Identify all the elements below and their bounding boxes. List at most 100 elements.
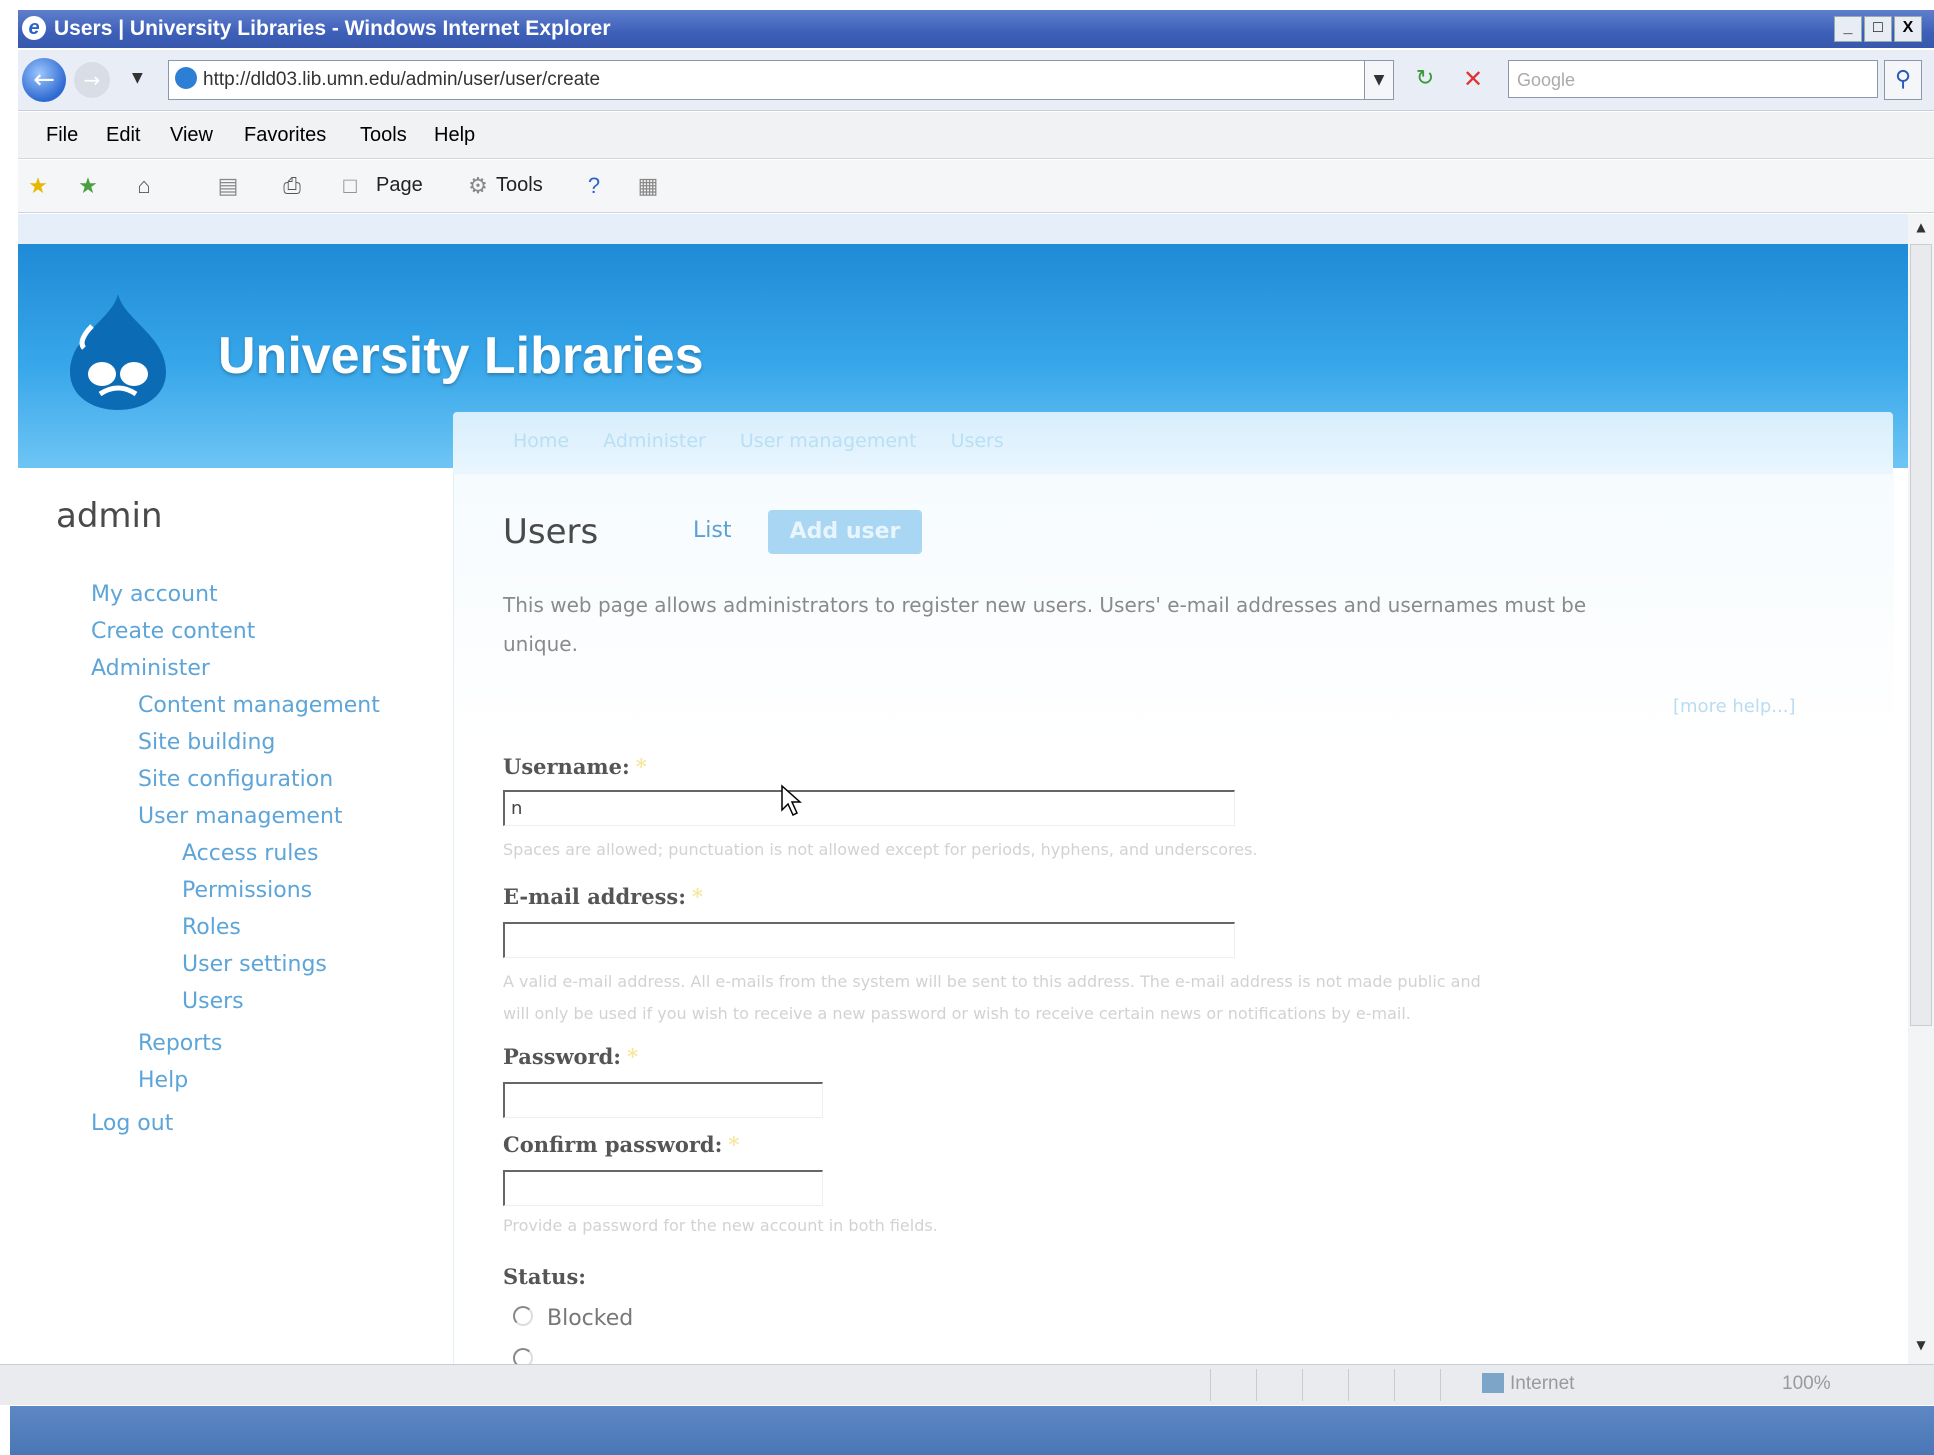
breadcrumb: Home Administer User management Users xyxy=(513,430,1032,452)
research-icon[interactable]: ▦ xyxy=(634,172,662,200)
password-label-text: Password: xyxy=(503,1044,622,1069)
menu-tools[interactable]: Tools xyxy=(360,124,407,147)
status-option-next[interactable] xyxy=(513,1348,547,1364)
sidebar-item-site-configuration[interactable]: Site configuration xyxy=(138,767,333,792)
username-input[interactable]: n xyxy=(503,790,1235,826)
required-mark: * xyxy=(635,754,647,779)
sidebar-item-log-out[interactable]: Log out xyxy=(91,1111,173,1136)
scroll-thumb[interactable] xyxy=(1910,244,1932,1026)
status-separator xyxy=(1440,1369,1441,1401)
tab-add-user[interactable]: Add user xyxy=(768,510,922,554)
back-icon[interactable]: ← xyxy=(22,58,66,102)
refresh-icon[interactable]: ↻ xyxy=(1408,62,1442,96)
password-label: Password: * xyxy=(503,1044,638,1069)
forward-icon[interactable]: → xyxy=(74,62,110,98)
intro-line-2: unique. xyxy=(503,632,578,656)
next-radio[interactable] xyxy=(513,1348,533,1364)
stop-icon[interactable]: ✕ xyxy=(1456,62,1490,96)
menu-edit[interactable]: Edit xyxy=(106,124,140,147)
menu-view[interactable]: View xyxy=(170,124,213,147)
breadcrumb-user-management[interactable]: User management xyxy=(740,430,917,452)
status-separator xyxy=(1302,1369,1303,1401)
username-label-text: Username: xyxy=(503,754,630,779)
add-favorite-icon[interactable]: ★ xyxy=(74,172,102,200)
page-menu-icon[interactable]: □ xyxy=(336,172,364,200)
page-menu-label[interactable]: Page xyxy=(376,174,423,197)
sidebar-item-content-management[interactable]: Content management xyxy=(138,693,380,718)
security-zone[interactable]: Internet xyxy=(1482,1373,1574,1395)
search-input[interactable]: Google xyxy=(1508,60,1878,98)
email-description-line-1: A valid e-mail address. All e-mails from… xyxy=(503,972,1481,991)
status-separator xyxy=(1348,1369,1349,1401)
blocked-radio[interactable] xyxy=(513,1306,533,1326)
maximize-button[interactable]: □ xyxy=(1864,16,1892,42)
username-description: Spaces are allowed; punctuation is not a… xyxy=(503,840,1258,859)
scroll-down-icon[interactable]: ▼ xyxy=(1908,1332,1934,1358)
favorites-star-icon[interactable]: ★ xyxy=(24,172,52,200)
history-dropdown-icon[interactable]: ▼ xyxy=(132,70,143,86)
print-icon[interactable]: ⎙ xyxy=(278,172,306,200)
intro-text: This web page allows administrators to r… xyxy=(503,586,1843,664)
status-separator xyxy=(1394,1369,1395,1401)
sidebar-item-users[interactable]: Users xyxy=(182,989,244,1014)
zoom-level[interactable]: 100% xyxy=(1782,1373,1831,1395)
required-mark: * xyxy=(692,884,703,909)
breadcrumb-users[interactable]: Users xyxy=(951,430,1004,452)
menu-file[interactable]: File xyxy=(46,124,78,147)
breadcrumb-administer[interactable]: Administer xyxy=(603,430,706,452)
minimize-button[interactable]: _ xyxy=(1834,16,1862,42)
web-page: University Libraries Home Administer Use… xyxy=(18,244,1910,1364)
status-option-blocked[interactable]: Blocked xyxy=(513,1306,633,1331)
sidebar-item-roles[interactable]: Roles xyxy=(182,915,241,940)
sidebar-item-access-rules[interactable]: Access rules xyxy=(182,841,318,866)
more-help-link[interactable]: [more help...] xyxy=(1673,696,1795,717)
tab-strip xyxy=(18,214,1918,244)
intro-line-1: This web page allows administrators to r… xyxy=(503,593,1587,617)
tools-menu-icon[interactable]: ⚙ xyxy=(464,172,492,200)
sidebar-user-title: admin xyxy=(56,496,163,536)
email-label-text: E-mail address: xyxy=(503,884,687,909)
sidebar-item-reports[interactable]: Reports xyxy=(138,1031,222,1056)
sidebar-item-create-content[interactable]: Create content xyxy=(91,619,255,644)
sidebar-item-user-management[interactable]: User management xyxy=(138,804,343,829)
scroll-up-icon[interactable]: ▲ xyxy=(1908,214,1934,240)
tools-menu-label[interactable]: Tools xyxy=(496,174,543,197)
tab-list[interactable]: List xyxy=(693,518,731,543)
drupal-logo-icon[interactable] xyxy=(62,290,174,414)
menu-bar: File Edit View Favorites Tools Help xyxy=(18,112,1934,159)
address-url: http://dld03.lib.umn.edu/admin/user/user… xyxy=(203,69,601,90)
zone-label: Internet xyxy=(1510,1373,1575,1394)
confirm-password-input[interactable] xyxy=(503,1170,823,1206)
vertical-scrollbar[interactable]: ▲ ▼ xyxy=(1908,214,1934,1364)
page-icon xyxy=(175,67,197,89)
sidebar-item-administer[interactable]: Administer xyxy=(91,656,210,681)
help-icon[interactable]: ? xyxy=(580,172,608,200)
sidebar-item-permissions[interactable]: Permissions xyxy=(182,878,312,903)
ie-logo-icon: e xyxy=(22,16,46,40)
address-dropdown-icon[interactable]: ▼ xyxy=(1364,60,1394,100)
password-input[interactable] xyxy=(503,1082,823,1118)
sidebar-item-site-building[interactable]: Site building xyxy=(138,730,275,755)
feeds-icon[interactable]: ▤ xyxy=(214,172,242,200)
search-icon[interactable]: ⚲ xyxy=(1884,60,1922,100)
close-button[interactable]: X xyxy=(1894,16,1922,42)
sidebar-item-help[interactable]: Help xyxy=(138,1068,188,1093)
home-icon[interactable]: ⌂ xyxy=(130,172,158,200)
status-separator xyxy=(1256,1369,1257,1401)
email-input[interactable] xyxy=(503,922,1235,958)
address-input[interactable]: http://dld03.lib.umn.edu/admin/user/user… xyxy=(168,60,1370,100)
window-titlebar: e Users | University Libraries - Windows… xyxy=(18,10,1934,48)
email-description-line-2: will only be used if you wish to receive… xyxy=(503,1004,1411,1023)
sidebar-item-my-account[interactable]: My account xyxy=(91,582,218,607)
sidebar-item-user-settings[interactable]: User settings xyxy=(182,952,327,977)
site-name[interactable]: University Libraries xyxy=(218,326,704,386)
menu-help[interactable]: Help xyxy=(434,124,475,147)
required-mark: * xyxy=(728,1132,740,1157)
window-title: Users | University Libraries - Windows I… xyxy=(54,17,611,40)
address-toolbar: ← → ▼ http://dld03.lib.umn.edu/admin/use… xyxy=(18,50,1934,111)
username-label: Username: * xyxy=(503,754,647,779)
menu-favorites[interactable]: Favorites xyxy=(244,124,326,147)
status-separator xyxy=(1210,1369,1211,1401)
email-label: E-mail address: * xyxy=(503,884,703,909)
breadcrumb-home[interactable]: Home xyxy=(513,430,569,452)
